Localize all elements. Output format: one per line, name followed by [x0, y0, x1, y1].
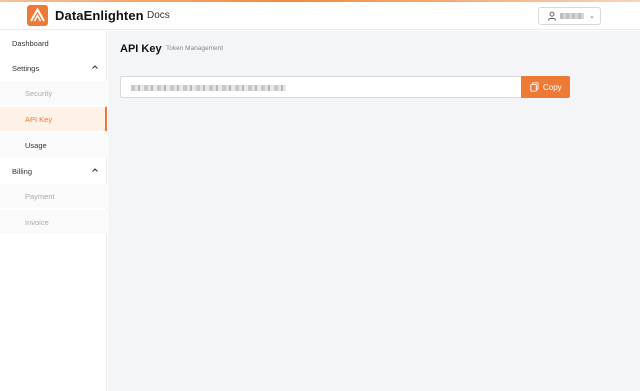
- chevron-up-icon: [92, 65, 98, 69]
- sidebar-item-label: Dashboard: [12, 39, 49, 48]
- copy-icon: [530, 82, 539, 92]
- sidebar-item-settings[interactable]: Settings: [0, 56, 107, 80]
- sidebar-item-label: Usage: [25, 141, 47, 150]
- sidebar-item-label: Billing: [12, 167, 33, 176]
- page-subtitle: Token Management: [166, 45, 224, 52]
- sidebar-item-usage[interactable]: Usage: [0, 133, 107, 157]
- sidebar-item-payment[interactable]: Payment: [0, 184, 107, 208]
- sidebar-item-label: Security: [25, 89, 53, 98]
- logo-icon[interactable]: [27, 5, 48, 26]
- page-title: API Key: [120, 43, 162, 55]
- sidebar-item-billing[interactable]: Billing: [0, 159, 107, 183]
- sidebar-item-label: Invoice: [25, 218, 49, 227]
- sidebar-item-label: API Key: [25, 115, 53, 124]
- sidebar-item-label: Payment: [25, 192, 55, 201]
- main-content: API Key Token Management Copy: [108, 31, 640, 391]
- user-icon: [548, 11, 556, 21]
- api-key-value-redacted: [131, 85, 286, 91]
- docs-link[interactable]: Docs: [147, 10, 170, 21]
- copy-button[interactable]: Copy: [521, 76, 570, 98]
- sidebar-item-security[interactable]: Security: [0, 81, 107, 105]
- api-key-field[interactable]: [120, 76, 522, 98]
- copy-button-label: Copy: [543, 83, 562, 92]
- sidebar: Dashboard Settings Security API Key Usag…: [0, 31, 107, 391]
- sidebar-item-dashboard[interactable]: Dashboard: [0, 31, 107, 55]
- sidebar-item-api-key[interactable]: API Key: [0, 107, 107, 131]
- sidebar-item-label: Settings: [12, 64, 40, 73]
- user-menu-button[interactable]: ⌄: [538, 7, 601, 25]
- brand-name[interactable]: DataEnlighten: [55, 8, 144, 23]
- top-header: DataEnlighten Docs ⌄: [0, 2, 640, 30]
- chevron-down-icon: ⌄: [589, 13, 595, 20]
- username-redacted: [560, 13, 584, 19]
- sidebar-item-invoice[interactable]: Invoice: [0, 210, 107, 234]
- chevron-up-icon: [92, 168, 98, 172]
